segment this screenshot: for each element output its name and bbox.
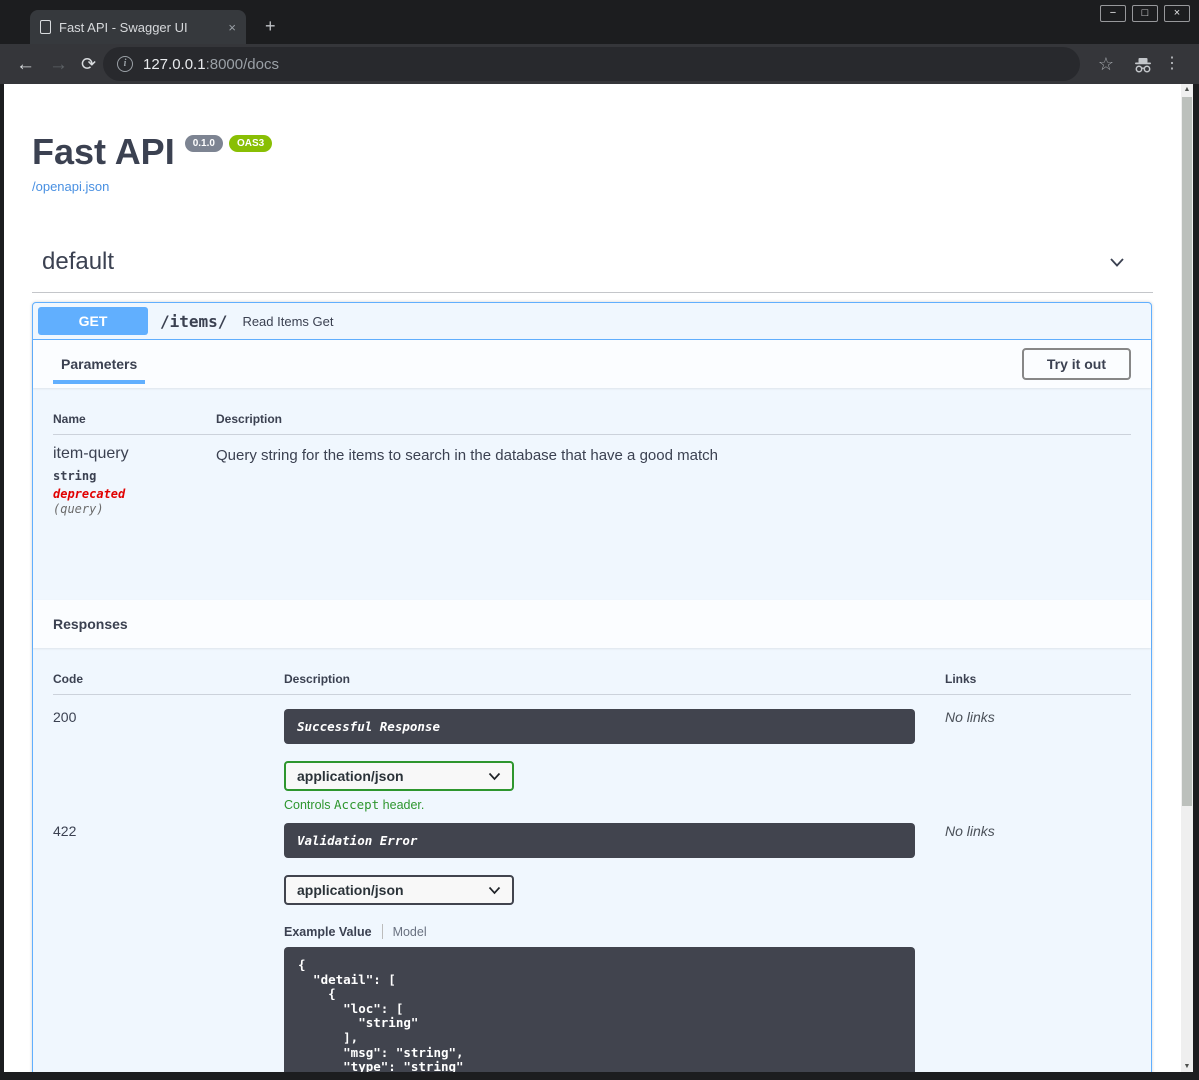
response-code: 200 (53, 709, 77, 725)
document-icon (40, 20, 51, 34)
back-icon[interactable]: ← (16, 55, 35, 74)
incognito-icon (1132, 54, 1154, 81)
select-chevron-icon (488, 772, 501, 780)
opblock-get-items: GET /items/ Read Items Get Parameters Tr… (32, 302, 1152, 1072)
col-name: Name (53, 412, 86, 426)
media-type-value: application/json (297, 882, 404, 898)
parameter-row: item-query string deprecated (query) Que… (53, 435, 1131, 516)
forward-icon: → (49, 53, 68, 75)
reload-icon[interactable]: ⟳ (81, 55, 96, 73)
media-type-value: application/json (297, 768, 404, 784)
api-info: Fast API 0.1.0 OAS3 /openapi.json (32, 84, 1153, 196)
browser-tab[interactable]: Fast API - Swagger UI × (30, 10, 246, 44)
tab-example-value[interactable]: Example Value (284, 925, 372, 939)
parameter-meta: item-query string deprecated (query) (53, 445, 216, 516)
page-scrollbar[interactable]: ▲ ▼ (1181, 84, 1193, 1072)
chevron-down-icon[interactable] (1106, 251, 1128, 273)
responses-header: Responses (33, 600, 1151, 648)
scrollbar-up-icon[interactable]: ▲ (1181, 86, 1193, 93)
page-title: Fast API 0.1.0 OAS3 (32, 134, 1153, 170)
browser-toolbar: ← → ⟳ i 127.0.0.1:8000/docs ☆ ⋮ (0, 44, 1199, 84)
scrollbar-thumb[interactable] (1182, 97, 1192, 806)
scrollbar-down-icon[interactable]: ▼ (1181, 1063, 1193, 1070)
response-code: 422 (53, 823, 77, 839)
response-200-content: Successful Response application/json Con… (284, 709, 945, 812)
method-badge: GET (38, 307, 148, 335)
tab-parameters[interactable]: Parameters (53, 340, 146, 388)
version-badge: 0.1.0 (184, 135, 223, 152)
url-bar[interactable]: i 127.0.0.1:8000/docs (103, 47, 1080, 81)
accept-code: Accept (334, 797, 380, 812)
try-it-out-button[interactable]: Try it out (1021, 348, 1131, 380)
model-example-tabs: Example Value Model (284, 924, 945, 939)
parameters-header: Parameters Try it out (33, 340, 1151, 388)
close-button[interactable]: × (1164, 5, 1190, 22)
media-type-select[interactable]: application/json (284, 875, 514, 905)
url-text[interactable]: 127.0.0.1:8000/docs (143, 56, 279, 73)
responses-title: Responses (53, 616, 128, 632)
tab-strip: Fast API - Swagger UI × + − □ × (0, 0, 1199, 44)
response-description-block: Successful Response (284, 709, 915, 744)
parameter-location: (query) (53, 502, 104, 516)
media-type-select[interactable]: application/json (284, 761, 514, 791)
oas3-badge: OAS3 (228, 135, 273, 152)
page-viewport: Fast API 0.1.0 OAS3 /openapi.json defaul… (4, 84, 1181, 1072)
col-description: Description (216, 412, 283, 426)
minimize-button[interactable]: − (1100, 5, 1126, 22)
url-host: 127.0.0.1 (143, 55, 206, 73)
parameter-type: string (53, 469, 97, 483)
parameter-description: Query string for the items to search in … (216, 447, 718, 464)
tag-section-header[interactable]: default (32, 248, 1153, 293)
tab-separator (381, 924, 383, 939)
responses-table-head: Code Description Links (53, 660, 1131, 695)
maximize-button[interactable]: □ (1132, 5, 1158, 22)
parameter-name: item-query (53, 445, 129, 462)
openapi-spec-link[interactable]: /openapi.json (32, 179, 109, 194)
parameters-body: Name Description item-query string depre… (33, 388, 1151, 600)
operation-summary[interactable]: GET /items/ Read Items Get (33, 303, 1151, 340)
operation-path: /items/ (160, 311, 228, 331)
col-code: Code (53, 672, 83, 686)
col-resp-description: Description (284, 672, 351, 686)
parameters-table-head: Name Description (53, 400, 1131, 435)
new-tab-button[interactable]: + (265, 17, 276, 35)
tab-close-icon[interactable]: × (228, 21, 236, 34)
browser-window: Fast API - Swagger UI × + − □ × ← → ⟳ i … (0, 0, 1199, 1080)
bookmark-star-icon[interactable]: ☆ (1098, 55, 1114, 73)
response-links: No links (945, 709, 995, 725)
url-path: :8000/docs (205, 55, 279, 73)
browser-menu-icon[interactable]: ⋮ (1164, 54, 1180, 74)
accept-header-note: Controls Accept header. (284, 797, 425, 812)
col-links: Links (945, 672, 977, 686)
response-row-200: 200 Successful Response application/json… (53, 695, 1131, 812)
tab-model[interactable]: Model (393, 925, 427, 939)
parameter-deprecated-flag: deprecated (53, 487, 126, 501)
response-422-content: Validation Error application/json Exampl… (284, 823, 945, 1072)
api-title-text: Fast API (32, 131, 175, 172)
page-info-icon[interactable]: i (117, 56, 133, 72)
response-links: No links (945, 823, 995, 839)
tab-title: Fast API - Swagger UI (59, 19, 188, 35)
responses-body: Code Description Links 200 Successful Re… (33, 648, 1151, 1072)
example-value-code-block: { "detail": [ { "loc": [ "string" ], "ms… (284, 947, 915, 1072)
response-row-422: 422 Validation Error application/json Ex… (53, 812, 1131, 1072)
window-controls: − □ × (1100, 5, 1190, 22)
response-description-block: Validation Error (284, 823, 915, 858)
select-chevron-icon (488, 886, 501, 894)
tag-name: default (42, 248, 115, 275)
operation-summary-text: Read Items Get (242, 313, 334, 329)
